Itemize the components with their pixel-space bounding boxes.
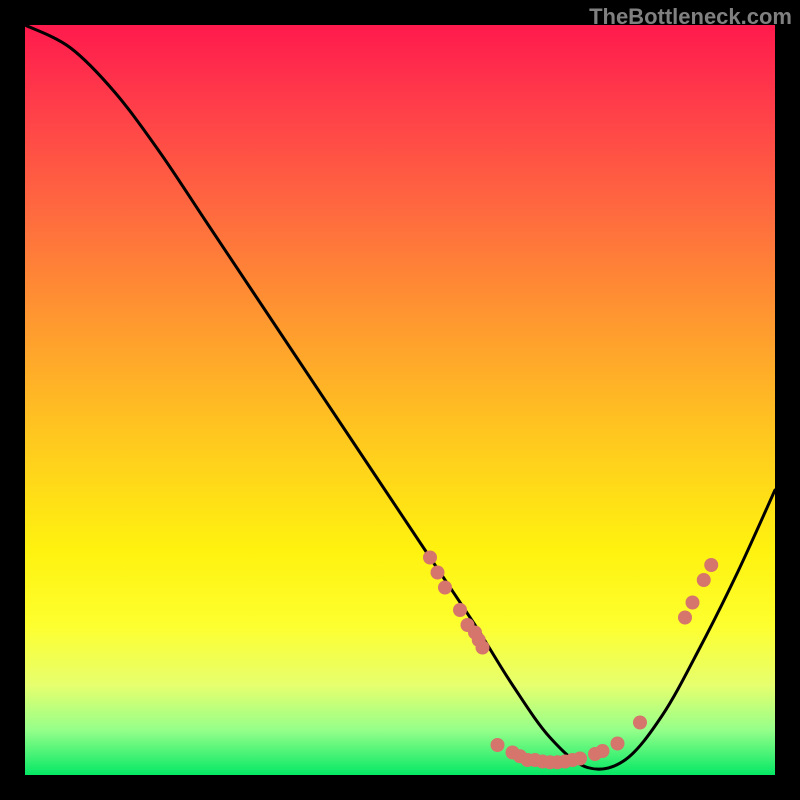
data-marker xyxy=(491,738,505,752)
data-marker xyxy=(633,716,647,730)
data-marker xyxy=(423,551,437,565)
data-marker xyxy=(686,596,700,610)
plot-area xyxy=(25,25,775,775)
chart-frame: TheBottleneck.com xyxy=(0,0,800,800)
data-marker xyxy=(678,611,692,625)
marker-layer xyxy=(423,551,718,770)
data-marker xyxy=(476,641,490,655)
data-marker xyxy=(611,737,625,751)
curve-layer xyxy=(25,25,775,775)
data-marker xyxy=(438,581,452,595)
data-marker xyxy=(573,752,587,766)
bottleneck-curve xyxy=(25,25,775,769)
data-marker xyxy=(697,573,711,587)
data-marker xyxy=(453,603,467,617)
data-marker xyxy=(431,566,445,580)
data-marker xyxy=(596,744,610,758)
data-marker xyxy=(704,558,718,572)
